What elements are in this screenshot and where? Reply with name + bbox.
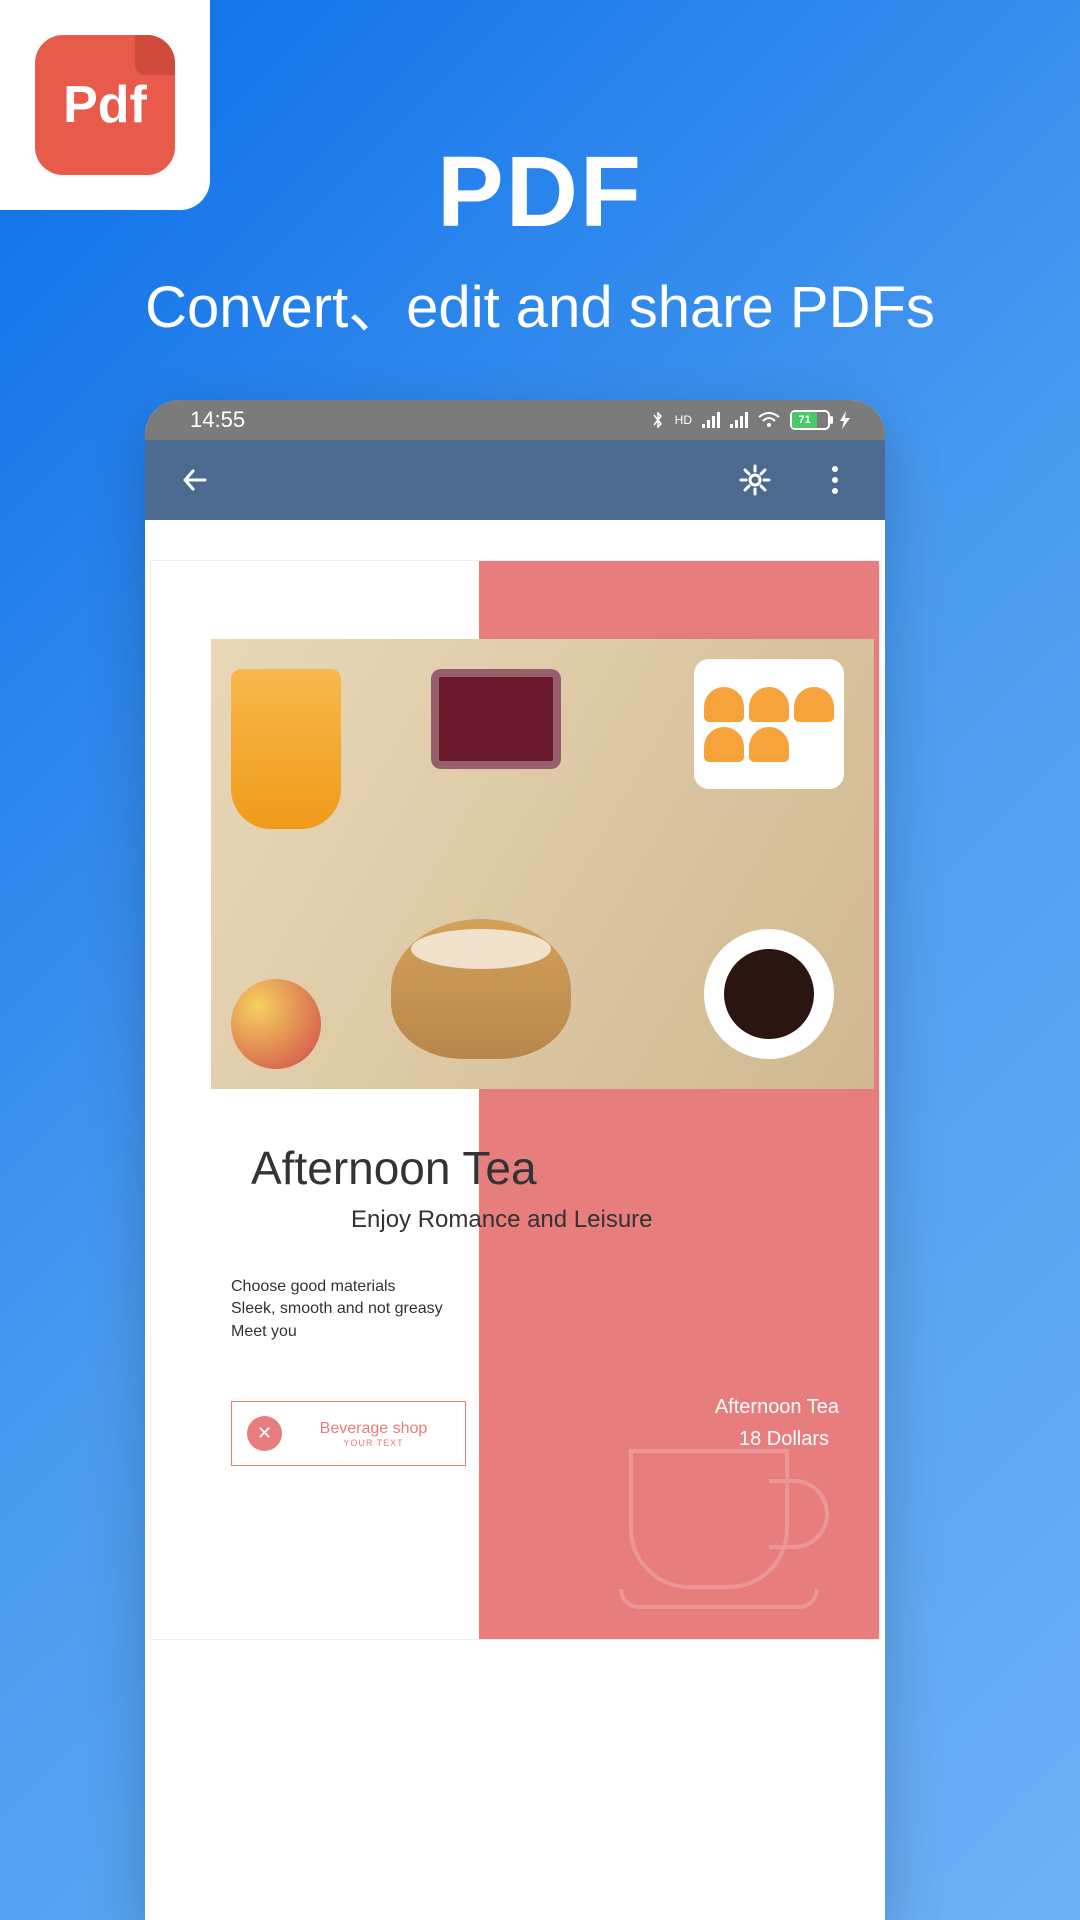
signal-bars-icon-2 [730,412,748,428]
signal-icon: HD [675,413,692,427]
pastry-graphic [391,919,571,1059]
status-bar: 14:55 HD 71 [145,400,885,440]
body-line-2: Sleek, smooth and not greasy [231,1298,443,1320]
bluetooth-icon [651,410,665,430]
jam-bowl-graphic [431,669,561,769]
price-title: Afternoon Tea [715,1391,839,1423]
arrow-left-icon [179,464,211,496]
back-button[interactable] [175,460,215,500]
status-icons: HD 71 [651,410,850,430]
gear-icon [739,464,771,496]
hero-subtitle: Convert、edit and share PDFs [0,260,1080,344]
battery-icon: 71 [790,410,830,430]
phone-mockup: 14:55 HD 71 [145,400,885,1920]
orange-plate-graphic [694,659,844,789]
beverage-small-text: YOUR TEXT [343,1438,403,1448]
more-vertical-icon [831,464,839,496]
more-menu-button[interactable] [815,460,855,500]
price-box: Afternoon Tea 18 Dollars [715,1391,839,1455]
app-toolbar [145,440,885,520]
document-viewport[interactable]: Afternoon Tea Enjoy Romance and Leisure … [145,520,885,1920]
battery-level: 71 [792,412,817,428]
document-subtitle: Enjoy Romance and Leisure [351,1206,653,1234]
settings-button[interactable] [735,460,775,500]
food-photo [211,639,874,1089]
beverage-shop-box: ✕ Beverage shop YOUR TEXT [231,1401,466,1466]
coffee-cup-graphic [704,929,834,1059]
juice-glass-graphic [231,669,341,829]
price-value: 18 Dollars [715,1423,839,1455]
beverage-label: Beverage shop [320,1420,428,1438]
charging-icon [840,411,850,429]
utensils-icon: ✕ [247,1416,282,1451]
document-title: Afternoon Tea [251,1141,537,1195]
status-time: 14:55 [190,407,245,433]
apple-graphic [231,979,321,1069]
pdf-icon-label: Pdf [63,75,147,135]
signal-bars-icon [702,412,720,428]
document-body-text: Choose good materials Sleek, smooth and … [231,1276,443,1343]
hero-title: PDF [0,135,1080,250]
wifi-icon [758,412,780,428]
body-line-1: Choose good materials [231,1276,443,1298]
body-line-3: Meet you [231,1321,443,1343]
pdf-page: Afternoon Tea Enjoy Romance and Leisure … [150,560,880,1640]
